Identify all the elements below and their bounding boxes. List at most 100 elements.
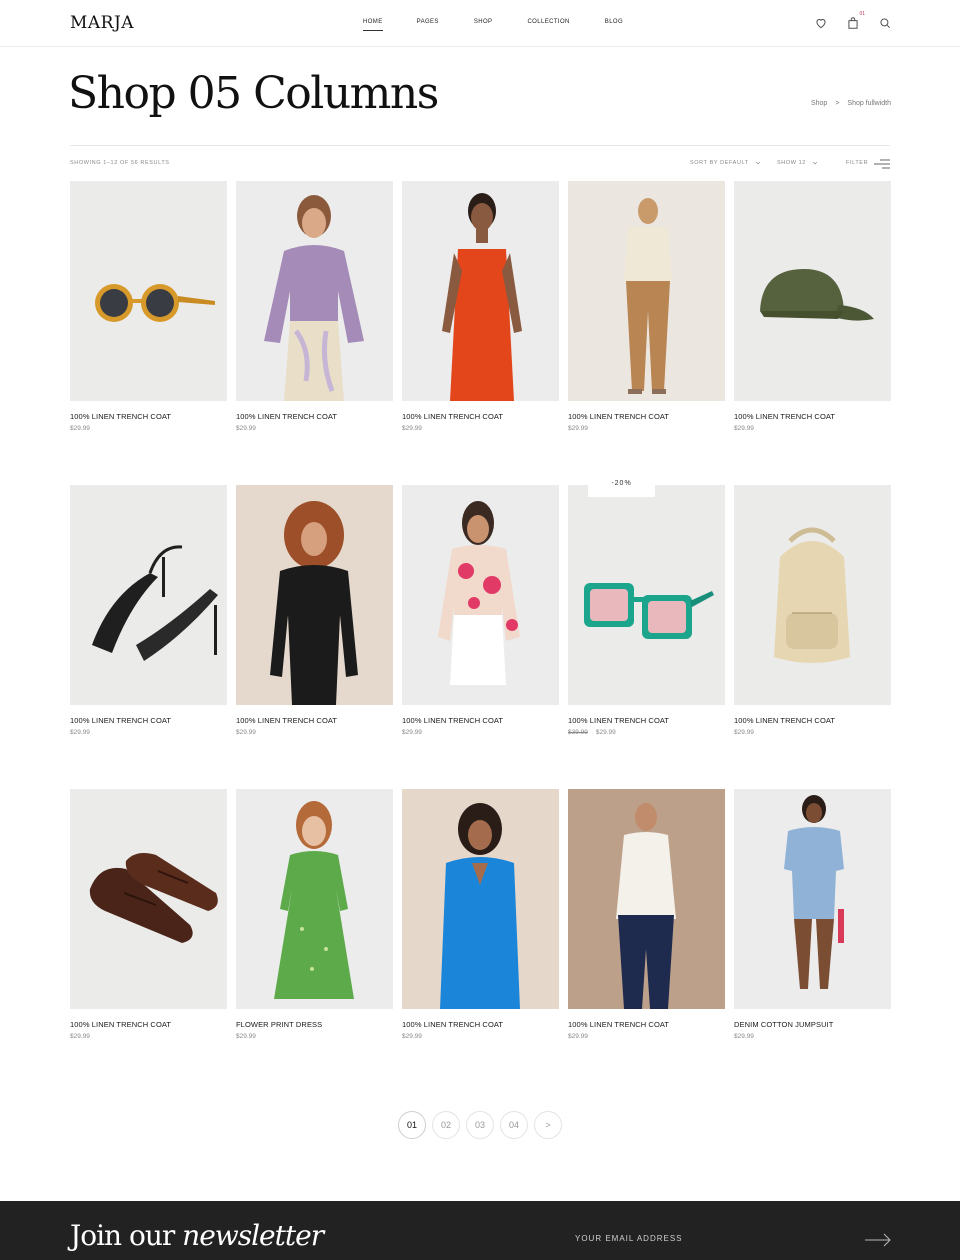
product-card[interactable]: DENIM COTTON JUMPSUIT $29.99 xyxy=(734,789,891,1042)
header-icons: 01 xyxy=(814,11,892,30)
email-field[interactable] xyxy=(575,1234,815,1243)
product-image-green-sunglasses[interactable] xyxy=(568,485,725,705)
result-count: SHOWING 1–12 OF 56 RESULTS xyxy=(70,160,170,166)
main-nav: HOME PAGES SHOP COLLECTION BLOG xyxy=(350,19,623,31)
breadcrumb-shop[interactable]: Shop xyxy=(811,100,827,107)
product-image-beige-cardigan-outfit[interactable] xyxy=(568,181,725,401)
product-image-black-sandals[interactable] xyxy=(70,485,227,705)
page-button-3[interactable]: 03 xyxy=(466,1111,494,1139)
product-card[interactable]: 100% LINEN TRENCH COAT $29.99 xyxy=(70,789,227,1042)
product-image-beige-backpack[interactable] xyxy=(734,485,891,705)
product-image-black-cardigan[interactable] xyxy=(236,485,393,705)
page-title: Shop 05 Columns xyxy=(68,68,439,119)
product-image-sunglasses[interactable] xyxy=(70,181,227,401)
shop-toolbar: SHOWING 1–12 OF 56 RESULTS SORT BY DEFAU… xyxy=(70,158,890,172)
product-card[interactable]: 100% LINEN TRENCH COAT $29.99 xyxy=(568,789,725,1042)
breadcrumb-current: Shop fullwidth xyxy=(847,100,891,107)
product-image-lilac-cardigan[interactable] xyxy=(236,181,393,401)
product-card[interactable]: 100% LINEN TRENCH COAT $29.99 xyxy=(402,181,559,434)
product-name[interactable]: 100% LINEN TRENCH COAT xyxy=(568,412,725,422)
newsletter-section: Join our newsletter xyxy=(0,1201,960,1260)
product-price: $29.99 xyxy=(568,425,588,432)
product-price: $29.99 xyxy=(70,425,90,432)
site-header: MARJA HOME PAGES SHOP COLLECTION BLOG 01 xyxy=(0,0,960,47)
search-icon[interactable] xyxy=(878,16,892,30)
cart-count-badge: 01 xyxy=(859,11,865,17)
product-image-brown-loafers[interactable] xyxy=(70,789,227,1009)
chevron-down-icon xyxy=(812,161,817,165)
filter-button[interactable]: FILTER xyxy=(846,160,868,166)
discount-badge: -20% xyxy=(588,477,655,497)
product-name[interactable]: 100% LINEN TRENCH COAT xyxy=(402,1020,559,1030)
product-name[interactable]: 100% LINEN TRENCH COAT xyxy=(734,716,891,726)
product-price: $29.99 xyxy=(402,729,422,736)
product-card[interactable]: -20% 100% LINEN TRENCH COAT $39.99 $29.99 xyxy=(568,477,725,738)
product-price: $29.99 xyxy=(70,729,90,736)
product-price: $39.99 $29.99 xyxy=(568,729,616,736)
sort-dropdown[interactable]: SORT BY DEFAULT xyxy=(690,160,761,166)
show-label: SHOW 12 xyxy=(777,160,806,166)
nav-shop[interactable]: SHOP xyxy=(474,19,493,31)
show-count-dropdown[interactable]: SHOW 12 xyxy=(777,160,818,166)
product-image-green-cap[interactable] xyxy=(734,181,891,401)
product-image-denim-jumpsuit[interactable] xyxy=(734,789,891,1009)
pagination: 01 02 03 04 > xyxy=(398,1111,562,1139)
shopping-bag-icon[interactable]: 01 xyxy=(846,11,865,30)
page-button-4[interactable]: 04 xyxy=(500,1111,528,1139)
page-button-1[interactable]: 01 xyxy=(398,1111,426,1139)
product-card[interactable]: 100% LINEN TRENCH COAT $29.99 xyxy=(402,485,559,738)
product-image-blue-dress[interactable] xyxy=(402,789,559,1009)
product-card[interactable]: 100% LINEN TRENCH COAT $29.99 xyxy=(402,789,559,1042)
product-card[interactable]: 100% LINEN TRENCH COAT $29.99 xyxy=(70,485,227,738)
next-page-button[interactable]: > xyxy=(534,1111,562,1139)
product-image-green-dress[interactable] xyxy=(236,789,393,1009)
product-name[interactable]: 100% LINEN TRENCH COAT xyxy=(734,412,891,422)
product-card[interactable]: 100% LINEN TRENCH COAT $29.99 xyxy=(734,485,891,738)
product-name[interactable]: 100% LINEN TRENCH COAT xyxy=(70,716,227,726)
breadcrumb: Shop > Shop fullwidth xyxy=(811,100,891,107)
product-image-orange-jumpsuit[interactable] xyxy=(402,181,559,401)
product-card[interactable]: 100% LINEN TRENCH COAT $29.99 xyxy=(734,181,891,434)
arrow-right-icon[interactable] xyxy=(864,1233,892,1247)
product-price: $29.99 xyxy=(402,425,422,432)
breadcrumb-separator: > xyxy=(835,100,840,107)
product-card[interactable]: 100% LINEN TRENCH COAT $29.99 xyxy=(236,181,393,434)
product-name[interactable]: 100% LINEN TRENCH COAT xyxy=(568,716,725,726)
old-price: $39.99 xyxy=(568,729,588,736)
product-card[interactable]: 100% LINEN TRENCH COAT $29.99 xyxy=(568,181,725,434)
divider xyxy=(70,145,890,146)
newsletter-title: Join our newsletter xyxy=(70,1219,324,1252)
chevron-down-icon xyxy=(755,161,760,165)
product-price: $29.99 xyxy=(236,729,256,736)
nav-blog[interactable]: BLOG xyxy=(605,19,623,31)
sort-label: SORT BY DEFAULT xyxy=(690,160,749,166)
product-image-white-shirt-man[interactable] xyxy=(568,789,725,1009)
product-image-floral-shirt[interactable] xyxy=(402,485,559,705)
product-name[interactable]: 100% LINEN TRENCH COAT xyxy=(568,1020,725,1030)
product-name[interactable]: 100% LINEN TRENCH COAT xyxy=(70,412,227,422)
filter-icon[interactable] xyxy=(874,158,890,170)
product-name[interactable]: 100% LINEN TRENCH COAT xyxy=(402,412,559,422)
page-button-2[interactable]: 02 xyxy=(432,1111,460,1139)
product-name[interactable]: 100% LINEN TRENCH COAT xyxy=(402,716,559,726)
product-card[interactable]: FLOWER PRINT DRESS $29.99 xyxy=(236,789,393,1042)
product-name[interactable]: 100% LINEN TRENCH COAT xyxy=(236,716,393,726)
product-price: $29.99 xyxy=(402,1033,422,1040)
logo[interactable]: MARJA xyxy=(70,13,134,33)
nav-home[interactable]: HOME xyxy=(363,19,383,31)
product-name[interactable]: 100% LINEN TRENCH COAT xyxy=(70,1020,227,1030)
product-price: $29.99 xyxy=(734,729,754,736)
nav-collection[interactable]: COLLECTION xyxy=(527,19,569,31)
product-name[interactable]: 100% LINEN TRENCH COAT xyxy=(236,412,393,422)
product-price: $29.99 xyxy=(734,425,754,432)
product-name[interactable]: FLOWER PRINT DRESS xyxy=(236,1020,393,1030)
nav-pages[interactable]: PAGES xyxy=(417,19,439,31)
product-price: $29.99 xyxy=(236,1033,256,1040)
product-price: $29.99 xyxy=(734,1033,754,1040)
product-price: $29.99 xyxy=(70,1033,90,1040)
heart-icon[interactable] xyxy=(814,16,828,30)
product-name[interactable]: DENIM COTTON JUMPSUIT xyxy=(734,1020,891,1030)
product-card[interactable]: 100% LINEN TRENCH COAT $29.99 xyxy=(70,181,227,434)
product-card[interactable]: 100% LINEN TRENCH COAT $29.99 xyxy=(236,485,393,738)
product-price: $29.99 xyxy=(236,425,256,432)
